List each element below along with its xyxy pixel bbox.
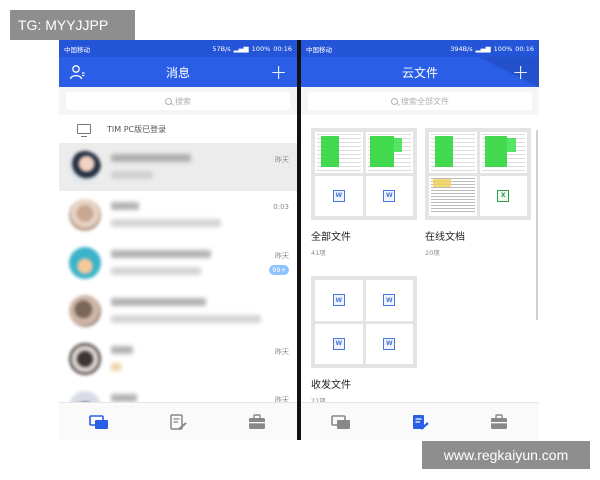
contacts-icon[interactable] [69,64,85,80]
folder-thumbnail: W W [311,128,417,220]
unread-badge: 99+ [269,265,289,275]
search-placeholder: 搜索 [175,96,191,106]
header: 云文件 + [301,57,539,87]
chat-name-blurred [111,250,211,258]
documents-tab-icon[interactable] [168,413,188,430]
excel-file-icon: X [497,189,510,202]
folder-thumbnail: W W W W [311,276,417,368]
chat-name-blurred [111,298,206,306]
cloud-files-screen: 中国移动 394B/s ▂▄▆ 100% 00:16 云文件 + 搜索全部文件 [301,40,539,440]
signal-icon: ▂▄▆ [475,44,491,53]
workbench-tab-icon[interactable] [247,413,267,430]
word-file-icon: W [332,294,345,307]
chat-preview-blurred [111,219,221,227]
messages-tab-icon[interactable] [330,414,351,430]
status-bar: 中国移动 394B/s ▂▄▆ 100% 00:16 [301,40,539,57]
avatar [69,247,101,279]
page-title: 消息 [165,65,190,80]
folder-name: 全部文件 [311,232,351,243]
avatar [69,199,101,231]
word-file-icon: W [332,189,345,202]
chat-preview-blurred [111,315,261,323]
add-icon[interactable]: + [512,62,529,82]
tim-pc-status-row[interactable]: TIM PC版已登录 [59,115,297,143]
word-file-icon: W [383,294,396,307]
folder-thumbnail: X [425,128,531,220]
documents-tab-icon[interactable] [410,414,430,430]
folder-name: 在线文档 [425,232,465,243]
chat-item[interactable]: 昨天 99+ [59,239,297,287]
clock: 00:16 [515,44,534,53]
spreadsheet-preview [317,134,361,171]
search-input[interactable]: 搜索全部文件 [308,92,532,110]
word-file-icon: W [383,189,396,202]
computer-icon [77,124,91,137]
search-icon [165,97,172,105]
document-preview [431,177,475,214]
tim-pc-status-label: TIM PC版已登录 [107,124,167,134]
folder-name: 收发文件 [311,380,351,391]
chat-item[interactable]: 昨天 [59,335,297,383]
chat-preview-blurred [111,363,121,371]
chat-name-blurred [111,394,137,402]
watermark-top-left: TG: MYYJJPP [10,10,135,40]
folder-all-files[interactable]: W W 全部文件 41项 [311,128,417,257]
carrier-label: 中国移动 [306,45,332,54]
chat-time: 昨天 [275,156,289,164]
chat-name-blurred [111,154,191,162]
avatar [69,295,101,327]
folder-count: 20项 [425,249,440,257]
add-icon[interactable]: + [270,62,287,82]
signal-icon: ▂▄▆ [233,44,249,53]
chat-name-blurred [111,346,133,354]
search-area: 搜索 [59,87,297,115]
search-input[interactable]: 搜索 [66,92,290,110]
spreadsheet-preview [481,134,525,171]
avatar [69,343,101,375]
network-speed: 57B/s [212,44,231,53]
scrollbar[interactable] [536,130,538,320]
folder-sent-received[interactable]: W W W W 收发文件 21项 [311,276,417,405]
page-title: 云文件 [401,65,438,80]
chat-time: 昨天 [275,348,289,356]
chat-time: 昨天 [275,252,289,260]
word-file-icon: W [332,337,345,350]
avatar [69,151,101,183]
chat-item[interactable]: 0:03 [59,191,297,239]
header: 消息 + [59,57,297,87]
chat-time: 0:03 [273,203,289,211]
chat-item[interactable]: 昨天 [59,143,297,191]
messages-tab-icon[interactable] [88,414,109,430]
search-area: 搜索全部文件 [301,87,539,115]
workbench-tab-icon[interactable] [489,413,509,430]
folder-online-docs[interactable]: X 在线文档 20项 [425,128,531,257]
page: TG: MYYJJPP www.regkaiyun.com 中国移动 57B/s… [0,0,600,480]
messages-screen: 中国移动 57B/s ▂▄▆ 100% 00:16 消息 + 搜索 TIM PC… [59,40,297,440]
bottom-tab-bar [301,402,539,440]
search-placeholder: 搜索全部文件 [401,96,449,106]
folder-count: 41项 [311,249,326,257]
word-file-icon: W [383,337,396,350]
chat-name-blurred [111,202,139,210]
spreadsheet-preview [431,134,475,171]
spreadsheet-preview [367,134,411,171]
battery-level: 100% [251,44,271,53]
battery-level: 100% [493,44,513,53]
watermark-bottom-right: www.regkaiyun.com [422,441,590,469]
bottom-tab-bar [59,402,297,440]
chat-preview-blurred [111,171,153,179]
status-bar: 中国移动 57B/s ▂▄▆ 100% 00:16 [59,40,297,57]
search-icon [391,97,398,105]
chat-preview-blurred [111,267,201,275]
chat-item[interactable] [59,287,297,335]
clock: 00:16 [273,44,292,53]
network-speed: 394B/s [450,44,473,53]
carrier-label: 中国移动 [64,45,90,54]
